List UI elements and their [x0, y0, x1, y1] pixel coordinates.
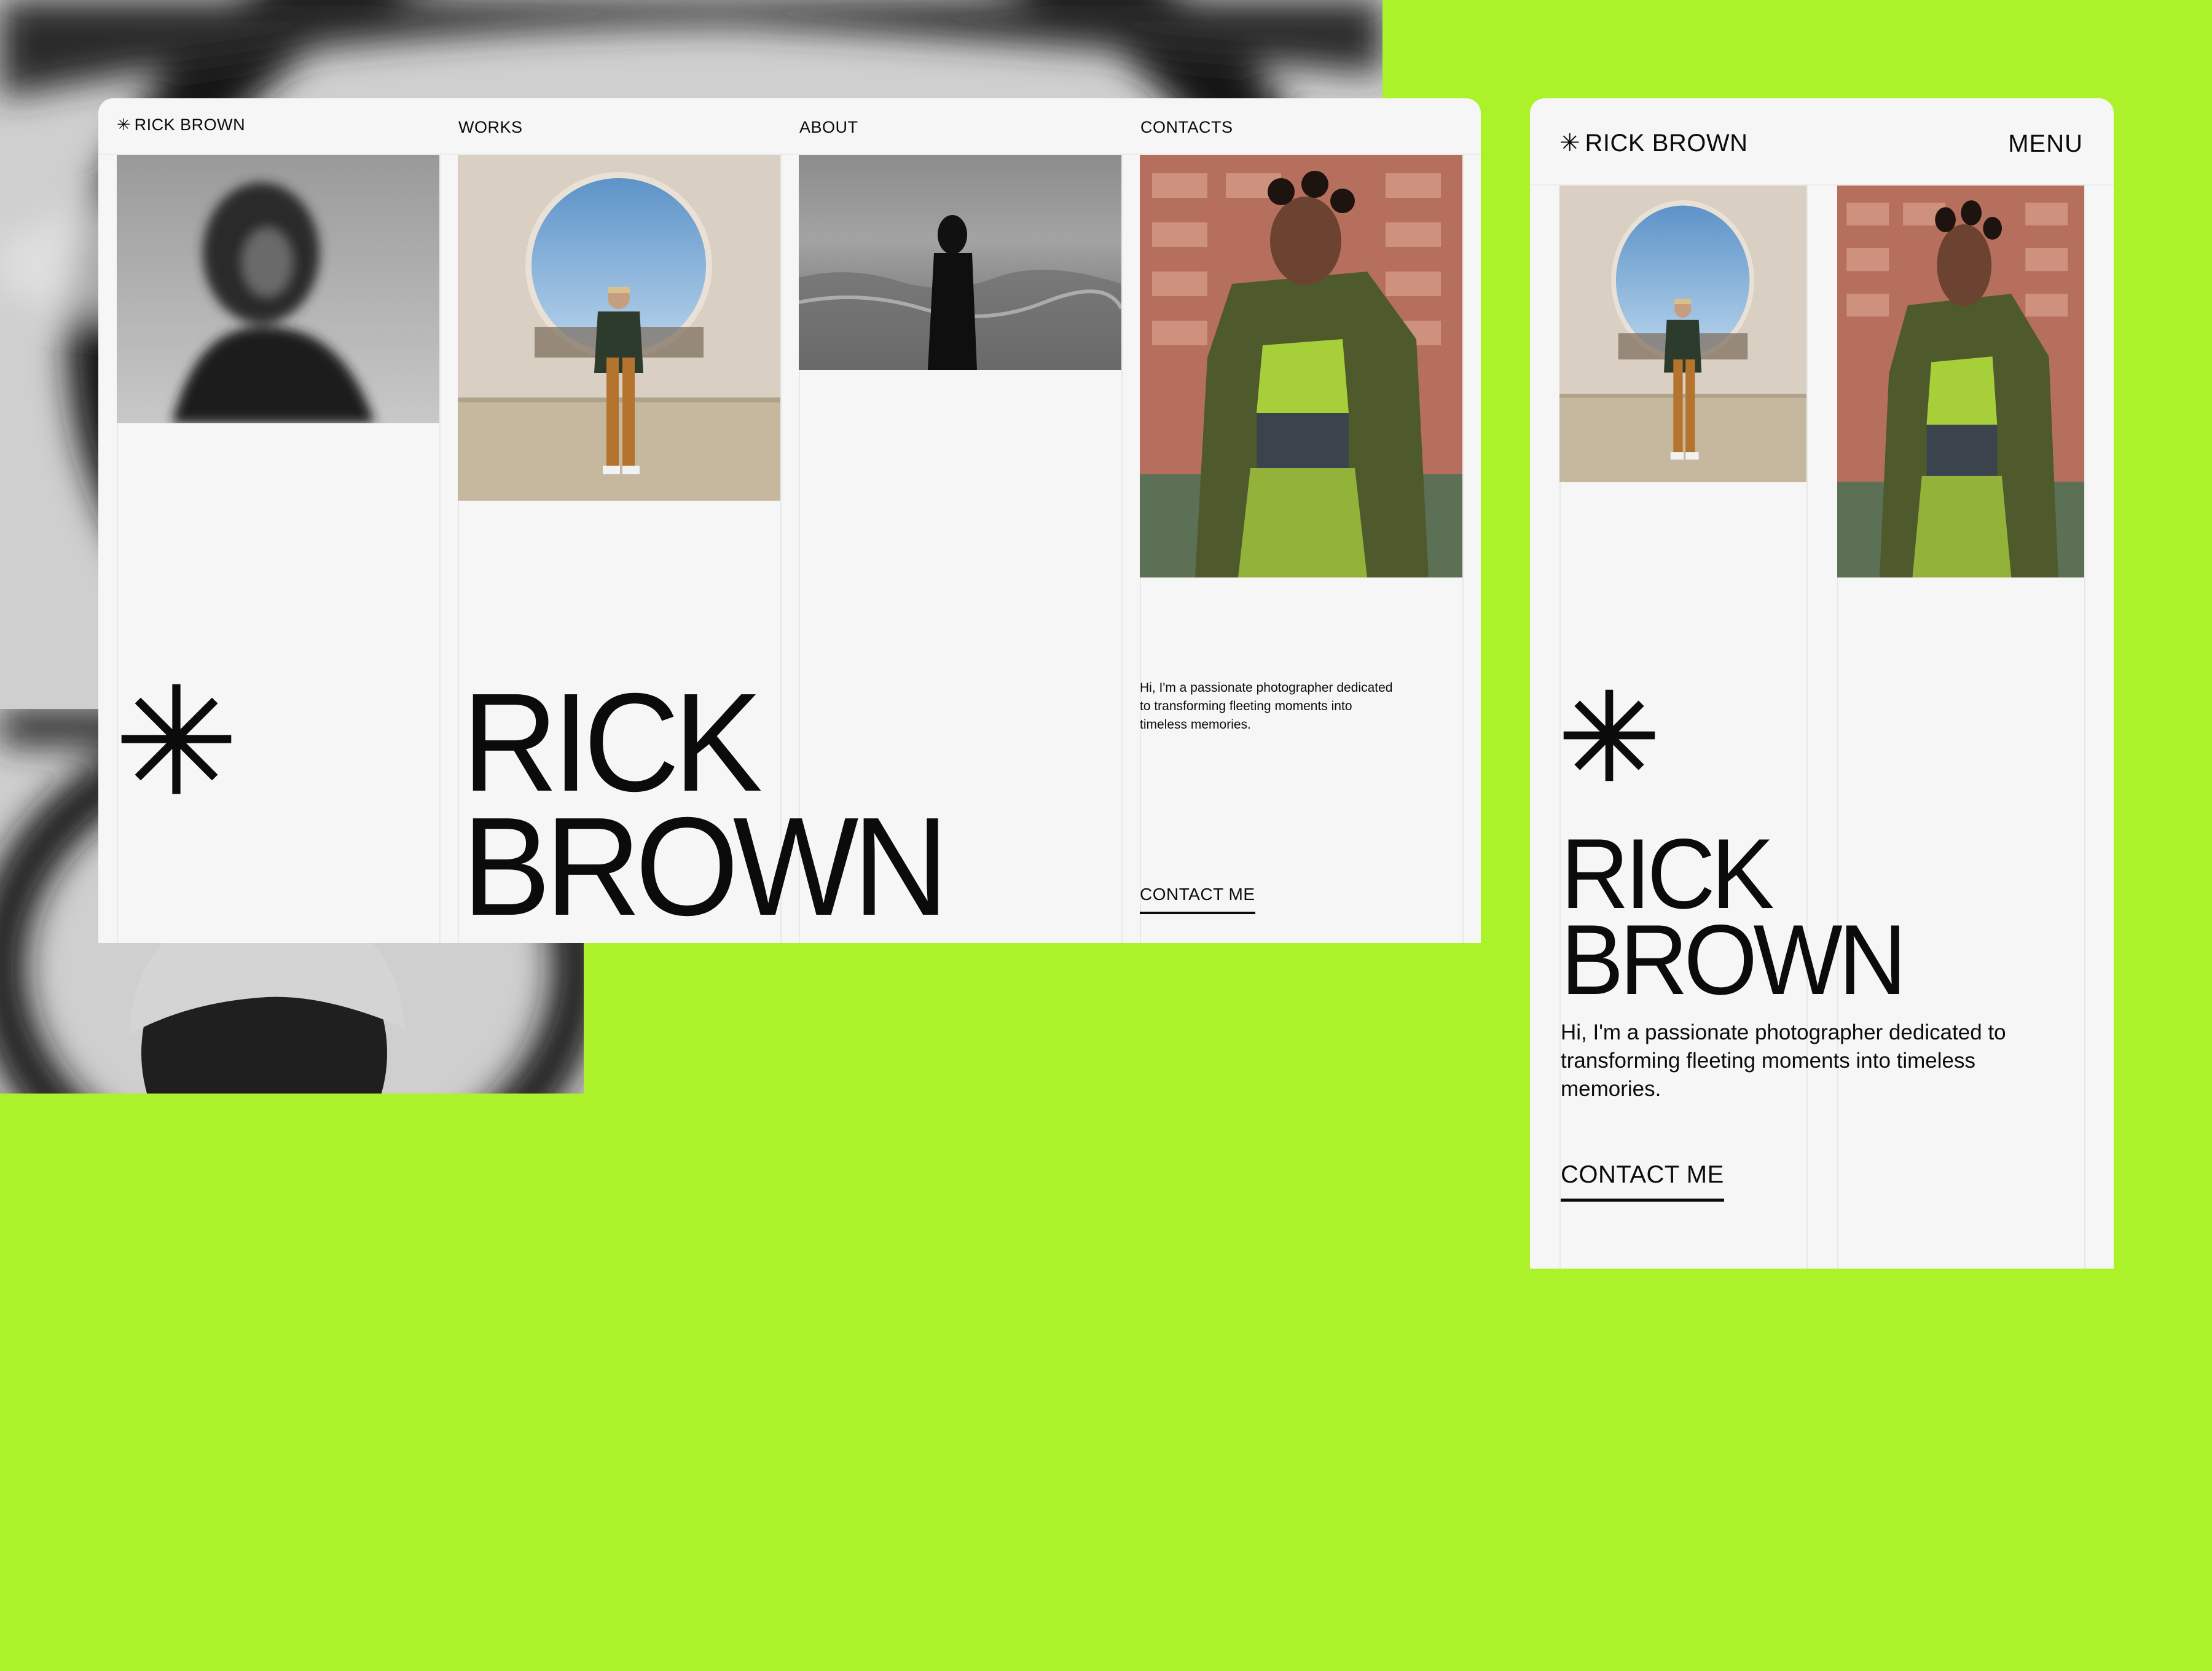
- desktop-logo[interactable]: ✳ RICK BROWN: [117, 115, 245, 135]
- column-line: [439, 154, 441, 943]
- asterisk-icon: ✳: [117, 115, 131, 134]
- column-line: [1806, 184, 1808, 1269]
- photo-blurred-woman[interactable]: [117, 155, 439, 423]
- hero-title-line2: BROWN: [1561, 904, 1907, 1016]
- photo-man-circle-window[interactable]: [458, 155, 780, 501]
- nav-contacts[interactable]: CONTACTS: [1140, 118, 1233, 137]
- intro-text: Hi, I'm a passionate photographer dedica…: [1140, 681, 1393, 732]
- nav-works[interactable]: WORKS: [458, 118, 523, 137]
- column-line: [2084, 184, 2085, 1269]
- photo-man-circle-window[interactable]: [1559, 186, 1806, 482]
- asterisk-icon: [1563, 689, 1655, 781]
- hero-title-line2: BROWN: [462, 789, 949, 943]
- asterisk-icon: [121, 684, 232, 794]
- asterisk-icon: ✳: [1559, 130, 1580, 157]
- desktop-frame: ✳ RICK BROWN WORKS ABOUT CONTACTS RICK B…: [98, 98, 1481, 943]
- intro-text: Hi, I'm a passionate photographer dedica…: [1561, 1020, 2006, 1101]
- column-line: [1462, 154, 1464, 943]
- photo-woman-green-outfit[interactable]: [1140, 155, 1462, 577]
- logo-text: RICK BROWN: [134, 115, 246, 134]
- contact-me-button[interactable]: CONTACT ME: [1561, 1161, 1724, 1202]
- column-line: [1121, 154, 1123, 943]
- logo-text: RICK BROWN: [1585, 129, 1748, 157]
- photo-woman-sea[interactable]: [799, 155, 1121, 370]
- mobile-logo[interactable]: ✳ RICK BROWN: [1559, 129, 1748, 157]
- mobile-frame: ✳ RICK BROWN MENU RICK BROWN Hi, I'm a p…: [1530, 98, 2114, 1269]
- nav-about[interactable]: ABOUT: [799, 118, 858, 137]
- contact-me-button[interactable]: CONTACT ME: [1140, 885, 1255, 914]
- photo-woman-green-outfit[interactable]: [1837, 186, 2084, 577]
- menu-button[interactable]: MENU: [2008, 130, 2083, 158]
